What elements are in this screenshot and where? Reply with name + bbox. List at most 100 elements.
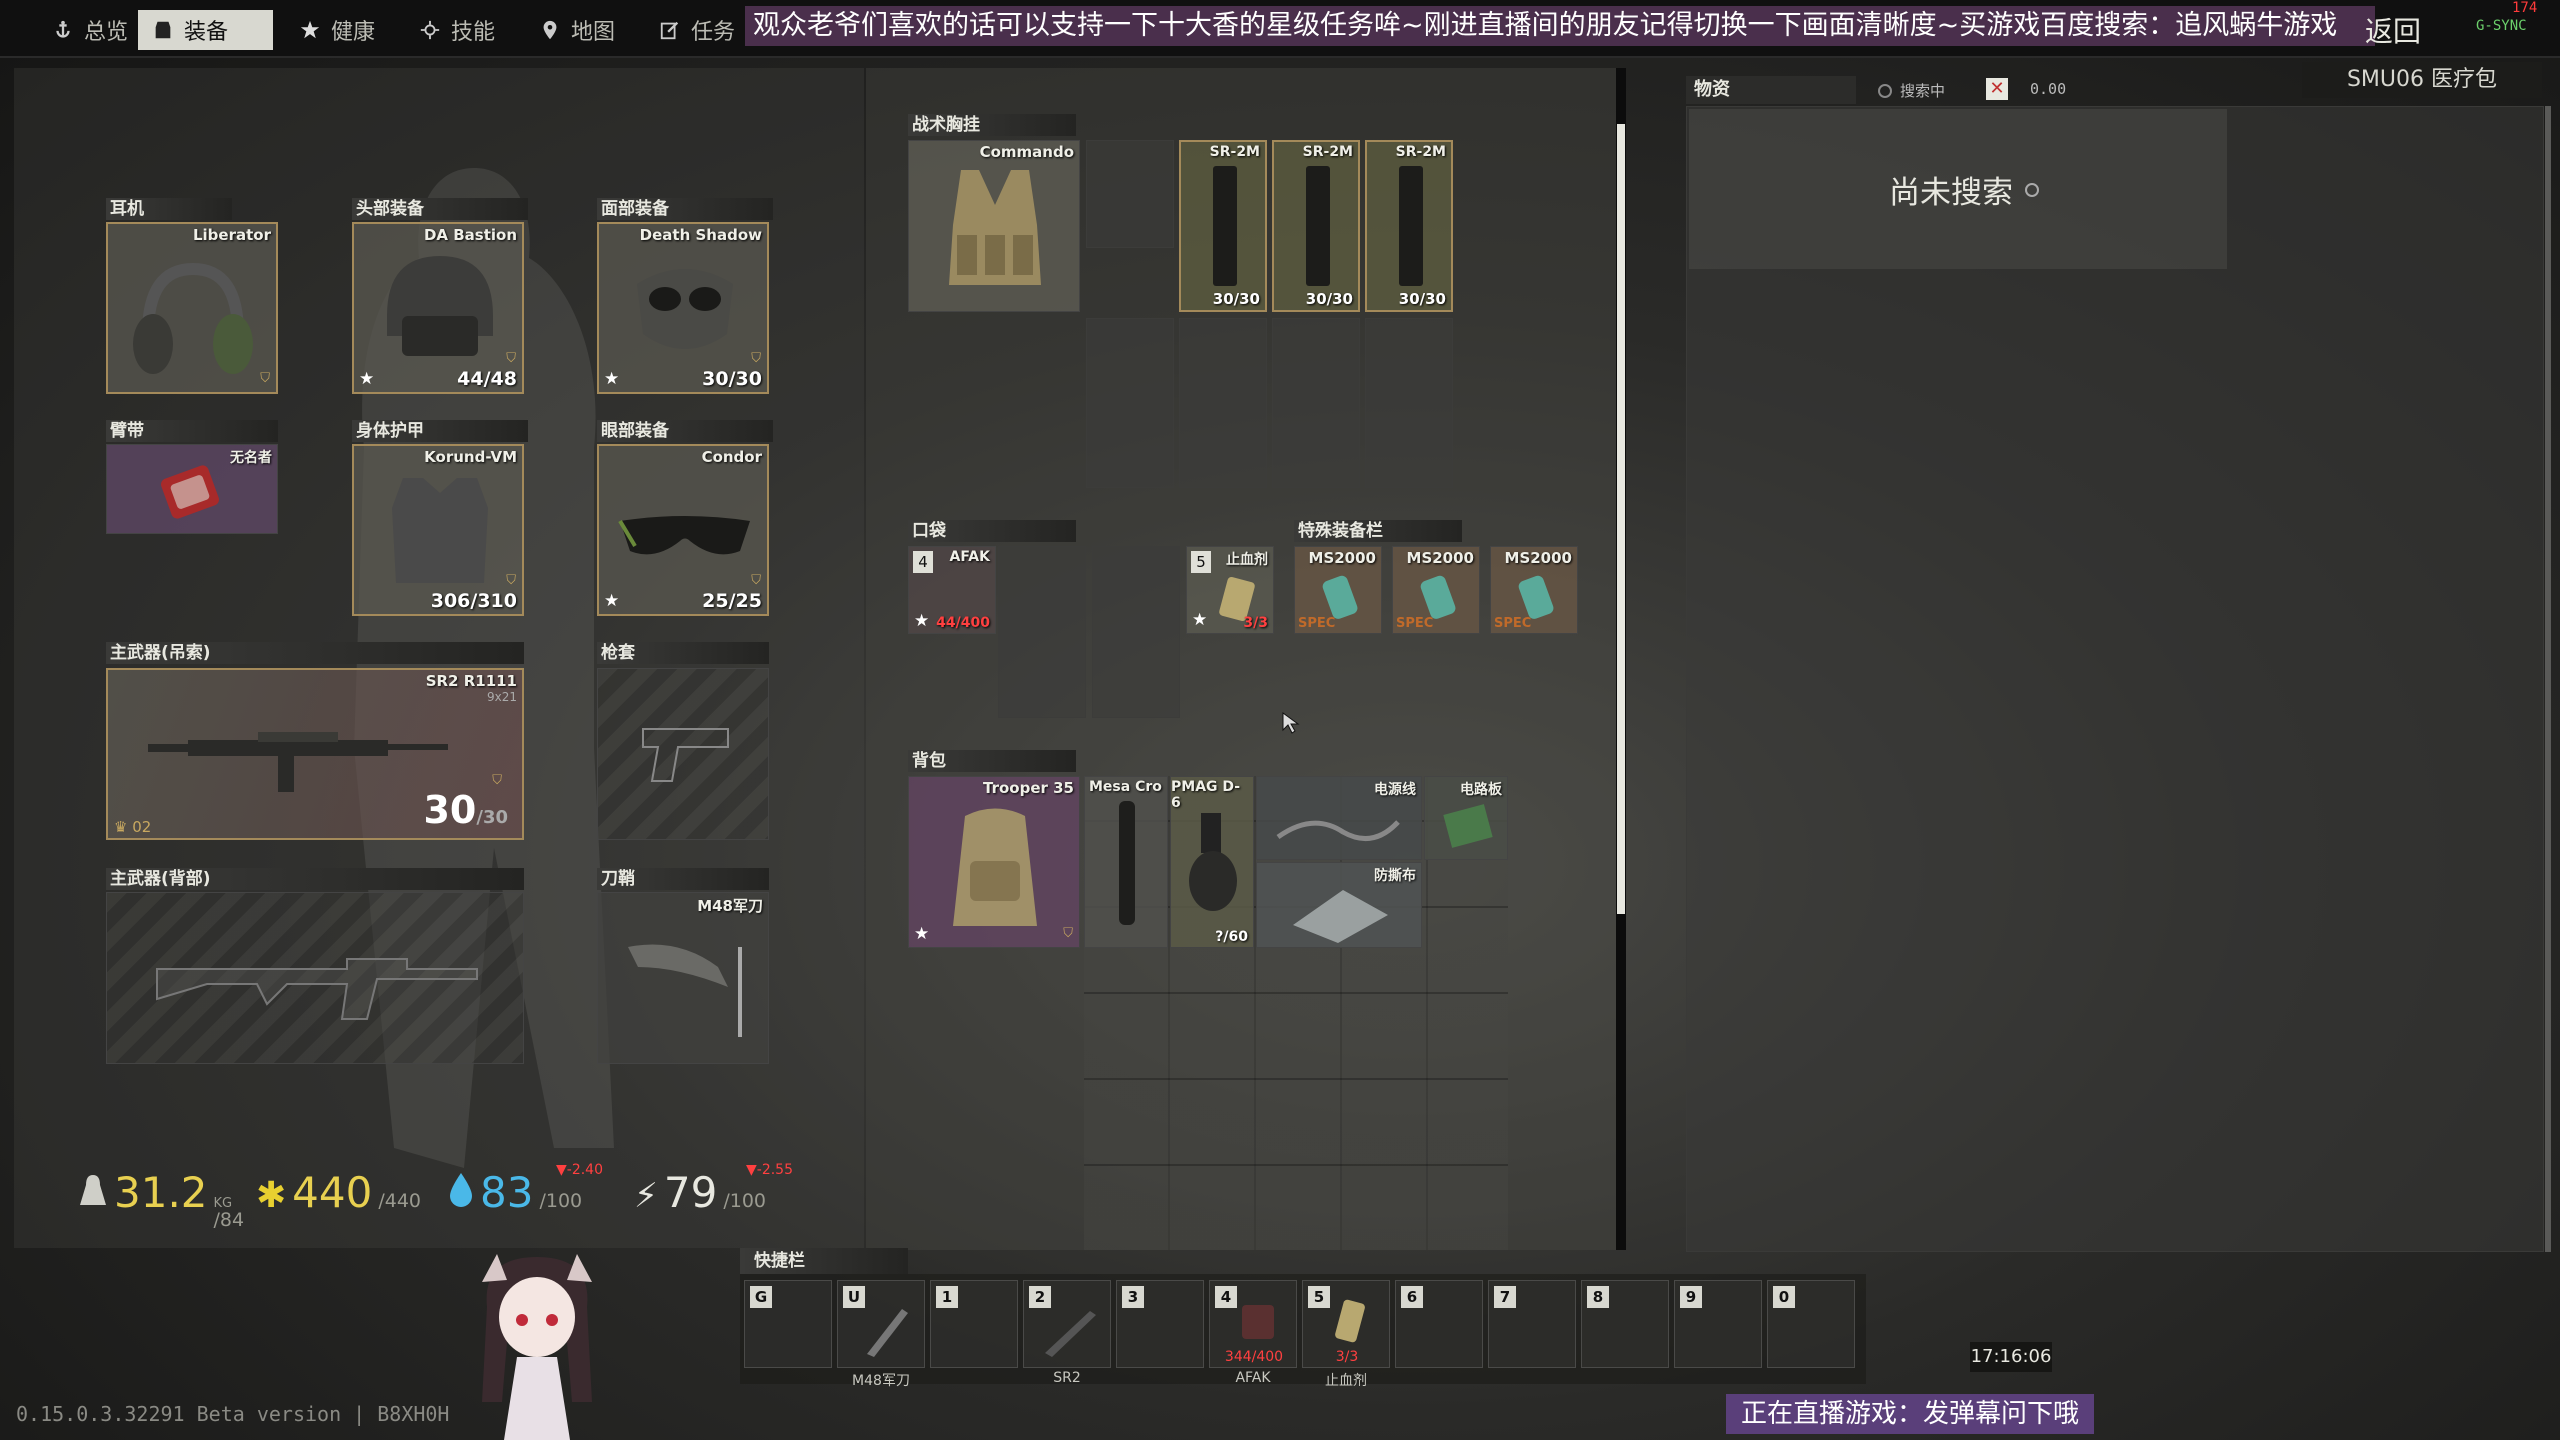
pistol-placeholder-icon: [642, 728, 729, 782]
armband-label: 臂带: [106, 420, 278, 442]
backpack-slot[interactable]: Trooper 35 ★ ⛉: [908, 776, 1080, 948]
scabbard-slot[interactable]: M48军刀: [597, 892, 769, 1064]
backpack-item-suppressor[interactable]: Mesa Cro: [1084, 776, 1168, 948]
item-name: MS2000: [1406, 549, 1474, 567]
chest-rig-icon: [949, 170, 1041, 285]
cancel-search-close-icon[interactable]: ✕: [1986, 78, 2008, 100]
pocket-cell[interactable]: [998, 546, 1086, 718]
mag-name: SR-2M: [1209, 144, 1260, 160]
pocket-item-afak[interactable]: 4 AFAK ★ 44/400: [908, 546, 996, 634]
rig-magazine[interactable]: SR-2M 30/30: [1365, 140, 1453, 312]
holster-label: 枪套: [597, 642, 769, 664]
backpack-item-circuit-board[interactable]: 电路板: [1424, 776, 1508, 860]
rig-magazine[interactable]: SR-2M 30/30: [1179, 140, 1267, 312]
hotbar-slot[interactable]: 4 344/400: [1209, 1280, 1297, 1368]
stream-banner: 观众老爷们喜欢的话可以支持一下十大香的星级任务哞~刚进直播间的朋友记得切换一下画…: [745, 6, 2375, 46]
backpack-item-drum-mag[interactable]: PMAG D-6 ?/60: [1170, 776, 1254, 948]
loot-scrollbar[interactable]: [2545, 106, 2551, 1252]
armband-icon: [161, 465, 219, 519]
rig-cell[interactable]: [1365, 318, 1453, 488]
backpack-name: Trooper 35: [983, 779, 1074, 797]
favorite-star-icon: ★: [914, 611, 930, 631]
armband-slot[interactable]: 无名者: [106, 444, 278, 534]
face-slot[interactable]: Death Shadow ⛉ ★ 30/30: [597, 222, 769, 394]
hotbar-slot[interactable]: 7: [1488, 1280, 1576, 1368]
not-searched-message: 尚未搜索: [1889, 167, 2039, 212]
rig-magazine[interactable]: SR-2M 30/30: [1272, 140, 1360, 312]
primary-weapon-back-slot[interactable]: [106, 892, 524, 1064]
rig-label: 战术胸挂: [908, 114, 1076, 136]
tab-label: 任务: [691, 20, 736, 45]
tab-label: 装备: [184, 20, 229, 45]
knife-name: M48军刀: [697, 897, 763, 915]
loot-tab[interactable]: 物资: [1686, 76, 1856, 104]
headwear-slot[interactable]: DA Bastion ⛉ ★ 44/48: [352, 222, 524, 394]
item-name: MS2000: [1504, 549, 1572, 567]
backpack-item-power-cord[interactable]: 电源线: [1256, 776, 1422, 860]
headset-icon: [133, 262, 253, 374]
tab-label: 技能: [451, 20, 496, 45]
tactical-rig-slot[interactable]: Commando: [908, 140, 1080, 312]
armor-class-icon: ⛉: [1063, 926, 1073, 941]
magazine-icon: [1399, 166, 1423, 286]
anchor-icon: [56, 20, 70, 38]
hotkey-badge: 9: [1680, 1286, 1702, 1308]
armor-class-icon: ⛉: [751, 351, 761, 366]
hotbar-item-label: SR2: [1053, 1370, 1081, 1386]
armor-durability: 306/310: [430, 590, 517, 612]
special-slot-marker[interactable]: MS2000 SPEC: [1392, 546, 1480, 634]
version-text: 0.15.0.3.32291 Beta version | B8XH0H: [16, 1402, 450, 1426]
armor-class-icon: ⛉: [492, 773, 502, 788]
hotbar-slot[interactable]: 2: [1023, 1280, 1111, 1368]
tab-tasks[interactable]: 任务: [645, 10, 749, 50]
containers-scrollbar[interactable]: [1617, 124, 1625, 914]
mouse-cursor-icon: [1282, 712, 1300, 734]
eyewear-name: Condor: [701, 448, 762, 466]
tab-label: 总览: [84, 20, 129, 45]
tab-equipment[interactable]: 装备: [138, 10, 273, 50]
hotbar-slot[interactable]: G: [744, 1280, 832, 1368]
streamer-avatar: [482, 1254, 592, 1440]
hotbar-slot[interactable]: U: [837, 1280, 925, 1368]
hotbar-slot[interactable]: 5 3/3: [1302, 1280, 1390, 1368]
earpiece-slot[interactable]: Liberator ⛉: [106, 222, 278, 394]
hotbar-slot[interactable]: 1: [930, 1280, 1018, 1368]
back-button[interactable]: 返回: [2365, 10, 2421, 50]
tab-health[interactable]: 健康: [285, 10, 389, 50]
special-slot-marker[interactable]: MS2000 SPEC: [1490, 546, 1578, 634]
weapon-mark-number: 02: [132, 818, 152, 836]
backpack-item-ripstop-cloth[interactable]: 防撕布: [1256, 862, 1422, 948]
tab-skills[interactable]: 技能: [405, 10, 509, 50]
tab-overview[interactable]: 总览: [38, 10, 142, 50]
magazine-icon: [1306, 166, 1330, 286]
tab-label: 健康: [331, 20, 376, 45]
mag-count: 30/30: [1212, 290, 1260, 308]
special-slot-marker[interactable]: MS2000 SPEC: [1294, 546, 1382, 634]
body-armor-slot[interactable]: Korund-VM ⛉ 306/310: [352, 444, 524, 616]
item-name: MS2000: [1308, 549, 1376, 567]
knife-icon: [867, 1309, 908, 1357]
headwear-durability: 44/48: [457, 368, 517, 390]
rig-cell[interactable]: [1272, 318, 1360, 488]
hotbar-slot[interactable]: 3: [1116, 1280, 1204, 1368]
tab-map[interactable]: 地图: [525, 10, 629, 50]
eyewear-durability: 25/25: [702, 590, 762, 612]
primary-weapon-sling-slot[interactable]: SR2 R1111 9x21 ♛ 02 ⛉ 30/30: [106, 668, 524, 840]
pocket-cell[interactable]: [1092, 546, 1180, 718]
rig-cell[interactable]: [1086, 318, 1174, 488]
glasses-icon: [618, 516, 750, 555]
energy-value: 79: [663, 1168, 718, 1217]
hotbar-slot[interactable]: 9: [1674, 1280, 1762, 1368]
hotbar-slot[interactable]: 6: [1395, 1280, 1483, 1368]
item-name: Mesa Cro: [1089, 779, 1162, 795]
hotbar-slot[interactable]: 0: [1767, 1280, 1855, 1368]
container-title: SMU06 医疗包: [2302, 62, 2542, 98]
eyewear-slot[interactable]: Condor ⛉ ★ 25/25: [597, 444, 769, 616]
rig-cell[interactable]: [1086, 140, 1174, 248]
rifle-placeholder-icon: [156, 958, 478, 1020]
holster-slot[interactable]: [597, 668, 769, 840]
headwear-label: 头部装备: [352, 198, 528, 220]
hotbar-slot[interactable]: 8: [1581, 1280, 1669, 1368]
rig-cell[interactable]: [1179, 318, 1267, 488]
pocket-item-hemostat[interactable]: 5 止血剂 ★ 3/3: [1186, 546, 1274, 634]
